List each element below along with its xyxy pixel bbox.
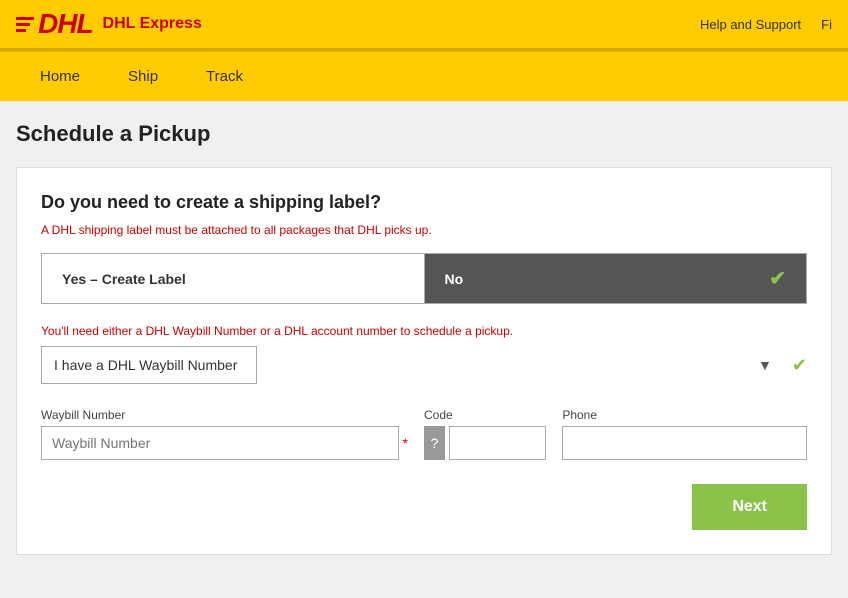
dhl-line-3: [16, 29, 26, 32]
help-support-link[interactable]: Help and Support: [700, 17, 801, 32]
page-title: Schedule a Pickup: [16, 121, 832, 147]
logo-area: DHL DHL Express: [16, 8, 202, 40]
nav-track[interactable]: Track: [182, 52, 267, 101]
dhl-line-2: [16, 23, 30, 26]
main-nav: Home Ship Track: [0, 51, 848, 101]
waybill-input[interactable]: [41, 426, 399, 460]
dropdown-arrow-icon: ▼: [758, 357, 772, 373]
header: DHL DHL Express Help and Support Fi: [0, 0, 848, 51]
form-fields-row: Waybill Number * Code ? Phone: [41, 408, 807, 460]
fi-link[interactable]: Fi: [821, 17, 832, 32]
waybill-input-row: *: [41, 426, 408, 460]
no-selected-checkmark: ✔: [769, 266, 786, 291]
dhl-logo-text: DHL: [38, 8, 93, 40]
form-actions: Next: [41, 484, 807, 530]
phone-field-group: Phone: [562, 408, 807, 460]
waybill-section: You'll need either a DHL Waybill Number …: [41, 324, 807, 460]
label-section: Do you need to create a shipping label? …: [41, 192, 807, 304]
code-input-row: ?: [424, 426, 546, 460]
no-label-button[interactable]: No ✔: [424, 253, 808, 304]
label-toggle-group: Yes – Create Label No ✔: [41, 253, 807, 304]
nav-home[interactable]: Home: [16, 52, 104, 101]
dropdown-row: I have a DHL Waybill Number I have a DHL…: [41, 346, 807, 384]
form-card: Do you need to create a shipping label? …: [16, 167, 832, 555]
code-label: Code: [424, 408, 546, 422]
yes-create-label-button[interactable]: Yes – Create Label: [41, 253, 424, 304]
next-button[interactable]: Next: [692, 484, 807, 530]
dhl-logo: DHL: [16, 8, 93, 40]
dropdown-desc: You'll need either a DHL Waybill Number …: [41, 324, 807, 338]
brand-name: DHL Express: [103, 15, 202, 33]
phone-label: Phone: [562, 408, 807, 422]
page-content: Schedule a Pickup Do you need to create …: [0, 101, 848, 575]
code-help-button[interactable]: ?: [424, 426, 445, 460]
dhl-line-1: [16, 17, 34, 20]
required-star: *: [403, 435, 408, 451]
code-field-group: Code ?: [424, 408, 546, 460]
dropdown-wrapper: I have a DHL Waybill Number I have a DHL…: [41, 346, 784, 384]
dhl-lines-decoration: [16, 17, 34, 32]
nav-ship[interactable]: Ship: [104, 52, 182, 101]
no-label-text: No: [445, 271, 464, 287]
section-title: Do you need to create a shipping label?: [41, 192, 807, 213]
waybill-label: Waybill Number: [41, 408, 408, 422]
phone-input[interactable]: [562, 426, 807, 460]
section-desc: A DHL shipping label must be attached to…: [41, 223, 807, 237]
dropdown-valid-checkmark: ✔: [792, 355, 807, 376]
code-input[interactable]: [449, 426, 546, 460]
header-links: Help and Support Fi: [700, 17, 832, 32]
waybill-type-select[interactable]: I have a DHL Waybill Number I have a DHL…: [41, 346, 257, 384]
waybill-field-group: Waybill Number *: [41, 408, 408, 460]
